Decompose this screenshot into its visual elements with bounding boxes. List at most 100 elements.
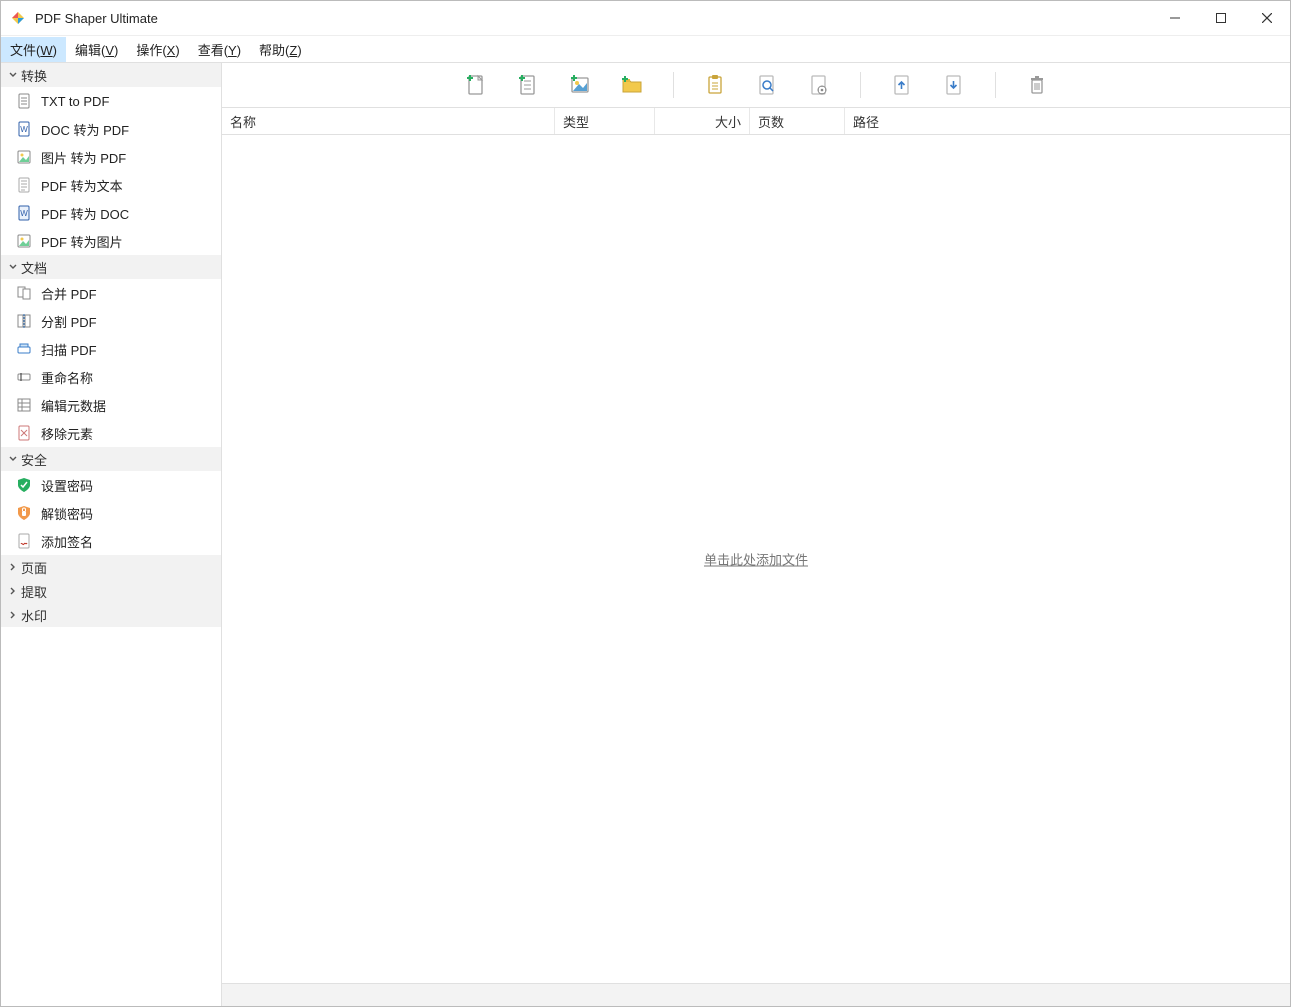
- sidebar-item-label: 图片 转为 PDF: [41, 148, 126, 167]
- sidebar-group-security[interactable]: 安全: [1, 447, 221, 471]
- sidebar-item-pdf-to-img[interactable]: PDF 转为图片: [1, 227, 221, 255]
- minimize-button[interactable]: [1152, 1, 1198, 35]
- scanner-icon: [15, 340, 33, 358]
- add-file-icon: [464, 73, 488, 97]
- sidebar-item-img-to-pdf[interactable]: 图片 转为 PDF: [1, 143, 221, 171]
- sidebar-group-label: 安全: [21, 450, 47, 469]
- sidebar-item-label: 重命名称: [41, 368, 93, 387]
- app-icon: [9, 9, 27, 27]
- sidebar-item-label: 合并 PDF: [41, 284, 97, 303]
- doc-word-blue-icon: W: [15, 204, 33, 222]
- menu-help[interactable]: 帮助(Z): [250, 37, 311, 62]
- sidebar-item-label: 分割 PDF: [41, 312, 97, 331]
- chevron-down-icon: [7, 262, 19, 272]
- toolbar-add-file-button[interactable]: [463, 72, 489, 98]
- doc-up-icon: [890, 73, 914, 97]
- trash-icon: [1025, 73, 1049, 97]
- sidebar-item-label: DOC 转为 PDF: [41, 120, 129, 139]
- sidebar-item-set-password[interactable]: 设置密码: [1, 471, 221, 499]
- signature-icon: [15, 532, 33, 550]
- toolbar-preview-button[interactable]: [754, 72, 780, 98]
- statusbar: [222, 983, 1290, 1006]
- toolbar-move-up-button[interactable]: [889, 72, 915, 98]
- sidebar-group-watermark[interactable]: 水印: [1, 603, 221, 627]
- chevron-right-icon: [7, 586, 19, 596]
- maximize-button[interactable]: [1198, 1, 1244, 35]
- magnify-doc-icon: [755, 73, 779, 97]
- shield-orange-icon: [15, 504, 33, 522]
- menubar: 文件(W)编辑(V)操作(X)查看(Y)帮助(Z): [1, 36, 1290, 63]
- sidebar-item-edit-meta[interactable]: 编辑元数据: [1, 391, 221, 419]
- sidebar-group-label: 转换: [21, 66, 47, 85]
- sidebar-group-convert[interactable]: 转换: [1, 63, 221, 87]
- sidebar: 转换 TXT to PDF W DOC 转为 PDF 图片 转为 PDF PDF 转为文本…: [1, 63, 222, 1006]
- add-folder-icon: [620, 73, 644, 97]
- menu-file[interactable]: 文件(W): [1, 37, 66, 62]
- sidebar-group-extract[interactable]: 提取: [1, 579, 221, 603]
- toolbar-add-text-button[interactable]: [515, 72, 541, 98]
- toolbar-buttons: [463, 72, 1050, 98]
- toolbar-paste-button[interactable]: [702, 72, 728, 98]
- clipboard-icon: [703, 73, 727, 97]
- add-files-hint[interactable]: 单击此处添加文件: [704, 550, 808, 569]
- chevron-down-icon: [7, 454, 19, 464]
- app-title: PDF Shaper Ultimate: [35, 11, 158, 26]
- column-name[interactable]: 名称: [222, 108, 555, 134]
- add-text-icon: [516, 73, 540, 97]
- toolbar-delete-button[interactable]: [1024, 72, 1050, 98]
- chevron-down-icon: [7, 70, 19, 80]
- sidebar-item-label: PDF 转为文本: [41, 176, 123, 195]
- sidebar-item-label: 编辑元数据: [41, 396, 106, 415]
- column-path[interactable]: 路径: [845, 108, 1290, 134]
- sidebar-group-label: 文档: [21, 258, 47, 277]
- toolbar-separator: [995, 72, 996, 98]
- svg-text:W: W: [20, 209, 28, 218]
- sidebar-item-label: TXT to PDF: [41, 94, 109, 109]
- doc-split-icon: [15, 312, 33, 330]
- sidebar-item-scan-pdf[interactable]: 扫描 PDF: [1, 335, 221, 363]
- close-button[interactable]: [1244, 1, 1290, 35]
- column-type[interactable]: 类型: [555, 108, 655, 134]
- sidebar-item-split-pdf[interactable]: 分割 PDF: [1, 307, 221, 335]
- menu-action[interactable]: 操作(X): [127, 37, 188, 62]
- rename-icon: [15, 368, 33, 386]
- toolbar-settings-button[interactable]: [806, 72, 832, 98]
- column-pages[interactable]: 页数: [750, 108, 845, 134]
- column-headers: 名称 类型 大小 页数 路径: [222, 108, 1290, 135]
- toolbar-separator: [860, 72, 861, 98]
- sidebar-item-label: 设置密码: [41, 476, 93, 495]
- sidebar-item-label: PDF 转为图片: [41, 232, 123, 251]
- chevron-right-icon: [7, 562, 19, 572]
- toolbar-add-image-button[interactable]: [567, 72, 593, 98]
- menu-view[interactable]: 查看(Y): [189, 37, 250, 62]
- doc-text-icon: [15, 92, 33, 110]
- sidebar-item-unlock-password[interactable]: 解锁密码: [1, 499, 221, 527]
- menu-edit[interactable]: 编辑(V): [66, 37, 127, 62]
- sidebar-group-page[interactable]: 页面: [1, 555, 221, 579]
- sidebar-item-label: 移除元素: [41, 424, 93, 443]
- sidebar-item-add-signature[interactable]: 添加签名: [1, 527, 221, 555]
- toolbar-move-down-button[interactable]: [941, 72, 967, 98]
- main-panel: 名称 类型 大小 页数 路径 单击此处添加文件: [222, 63, 1290, 1006]
- toolbar-add-folder-button[interactable]: [619, 72, 645, 98]
- add-image-icon: [568, 73, 592, 97]
- metadata-icon: [15, 396, 33, 414]
- shield-green-icon: [15, 476, 33, 494]
- column-size[interactable]: 大小: [655, 108, 750, 134]
- sidebar-item-merge-pdf[interactable]: 合并 PDF: [1, 279, 221, 307]
- sidebar-item-remove-elem[interactable]: 移除元素: [1, 419, 221, 447]
- svg-text:W: W: [20, 125, 28, 134]
- file-list-area[interactable]: 单击此处添加文件: [222, 135, 1290, 983]
- sidebar-item-pdf-to-doc[interactable]: WPDF 转为 DOC: [1, 199, 221, 227]
- window-controls: [1152, 1, 1290, 35]
- title-left: PDF Shaper Ultimate: [1, 9, 158, 27]
- sidebar-item-txt-to-pdf[interactable]: TXT to PDF: [1, 87, 221, 115]
- sidebar-item-doc-to-pdf[interactable]: W DOC 转为 PDF: [1, 115, 221, 143]
- sidebar-group-document[interactable]: 文档: [1, 255, 221, 279]
- doc-image-icon: [15, 232, 33, 250]
- titlebar: PDF Shaper Ultimate: [1, 1, 1290, 36]
- doc-word-icon: W: [15, 120, 33, 138]
- body: 转换 TXT to PDF W DOC 转为 PDF 图片 转为 PDF PDF 转为文本…: [1, 63, 1290, 1006]
- sidebar-item-rename[interactable]: 重命名称: [1, 363, 221, 391]
- sidebar-item-pdf-to-txt[interactable]: PDF 转为文本: [1, 171, 221, 199]
